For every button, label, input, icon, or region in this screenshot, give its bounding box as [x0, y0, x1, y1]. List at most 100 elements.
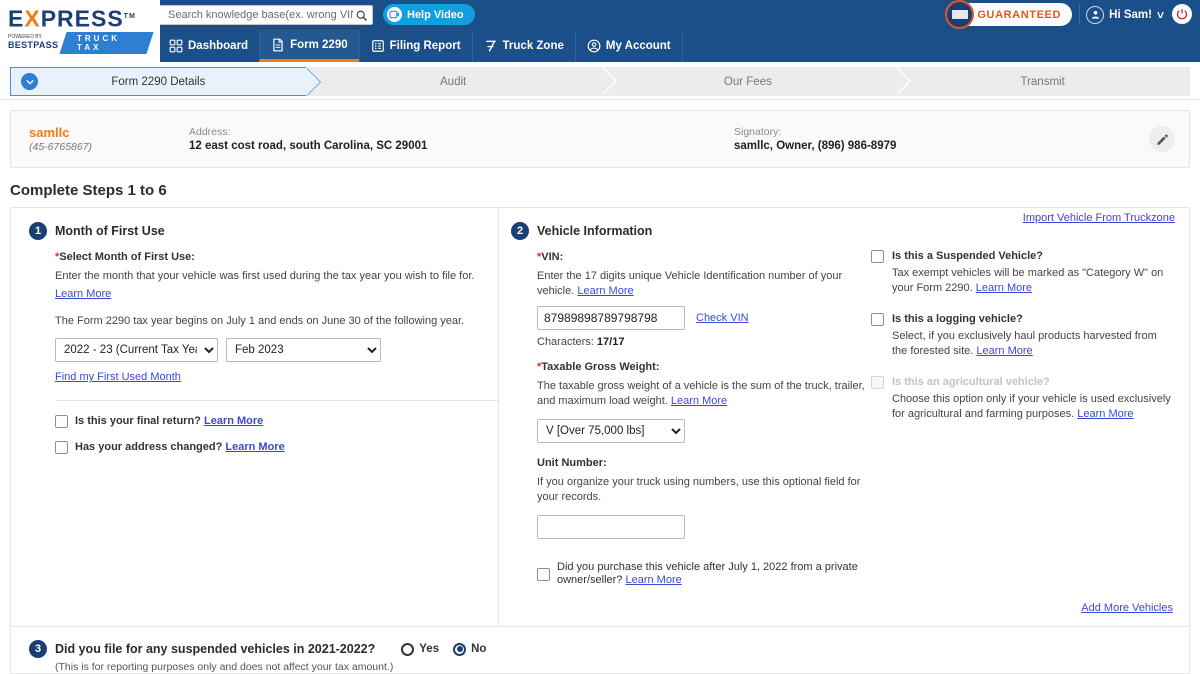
- first-use-month-select[interactable]: Feb 2023: [226, 338, 381, 362]
- nav-item-form-2290[interactable]: Form 2290: [259, 30, 360, 62]
- power-icon: [1176, 9, 1188, 20]
- suspended-filed-yes[interactable]: Yes: [401, 642, 440, 656]
- truck-icon: [485, 40, 496, 52]
- suspended-filed-radio-group: Yes No: [401, 642, 487, 656]
- address-changed-learn-more-link[interactable]: Learn More: [225, 441, 284, 453]
- nav-item-dashboard[interactable]: Dashboard: [158, 30, 261, 62]
- nav-item-truck-zone[interactable]: Truck Zone: [471, 30, 576, 62]
- taxable-gross-weight-label: *Taxable Gross Weight:: [537, 361, 871, 373]
- add-more-vehicles-link[interactable]: Add More Vehicles: [1081, 602, 1173, 614]
- progress-stepper: Form 2290 Details Audit Our Fees Transmi…: [0, 67, 1200, 100]
- guaranteed-badge: GUARANTEED: [945, 0, 1072, 29]
- private-purchase-row[interactable]: Did you purchase this vehicle after July…: [537, 561, 871, 587]
- video-icon: [387, 7, 402, 22]
- grid-icon: [169, 39, 183, 53]
- nav-item-my-account[interactable]: My Account: [574, 30, 683, 62]
- header-divider: [1079, 4, 1080, 24]
- logo-bestpass: BESTPASS: [8, 40, 59, 51]
- pencil-icon: [1156, 133, 1168, 145]
- step-2-section: Import Vehicle From Truckzone 2 Vehicle …: [499, 208, 1189, 626]
- weight-learn-more-link[interactable]: Learn More: [671, 395, 727, 407]
- address-label: Address:: [189, 126, 231, 138]
- vin-help-text: Enter the 17 digits unique Vehicle Ident…: [537, 269, 871, 299]
- vin-learn-more-link[interactable]: Learn More: [577, 285, 633, 297]
- stepper-step-form-2290-details[interactable]: Form 2290 Details: [10, 67, 321, 96]
- tax-year-select[interactable]: 2022 - 23 (Current Tax Year): [55, 338, 218, 362]
- logging-vehicle-desc: Select, if you exclusively haul products…: [892, 329, 1171, 359]
- month-learn-more-link[interactable]: Learn More: [55, 288, 111, 300]
- step-1-divider: [55, 400, 498, 401]
- characters-value: 17/17: [596, 336, 625, 348]
- suspended-filed-no[interactable]: No: [453, 642, 487, 656]
- suspended-vehicle-checkbox[interactable]: [871, 250, 884, 263]
- private-purchase-checkbox[interactable]: [537, 567, 550, 581]
- business-address-block: Address: 12 east cost road, south Caroli…: [189, 126, 734, 152]
- step-1-title: Month of First Use: [55, 224, 165, 238]
- step-complete-icon: [21, 73, 38, 90]
- business-name: samllc: [29, 125, 70, 140]
- nav-label-dashboard: Dashboard: [188, 40, 249, 52]
- unit-number-label: Unit Number:: [537, 457, 607, 469]
- final-return-text: Is this your final return?: [75, 415, 201, 427]
- chevron-down-icon[interactable]: ˅: [1157, 9, 1164, 21]
- vin-label: *VIN:: [537, 251, 871, 263]
- check-vin-link[interactable]: Check VIN: [696, 312, 749, 324]
- help-video-label: Help Video: [407, 8, 464, 21]
- vin-label-text: VIN:: [541, 251, 564, 263]
- stepper-step-our-fees[interactable]: Our Fees: [600, 67, 911, 96]
- month-first-use-help: Enter the month that your vehicle was fi…: [55, 270, 475, 282]
- search-bar[interactable]: [158, 5, 373, 25]
- step-3-note: (This is for reporting purposes only and…: [55, 661, 394, 673]
- step-1-number: 1: [29, 222, 47, 240]
- logging-vehicle-checkbox[interactable]: [871, 313, 884, 326]
- page-title: Complete Steps 1 to 6: [10, 182, 167, 199]
- find-first-used-month-link[interactable]: Find my First Used Month: [55, 371, 498, 383]
- suspended-vehicle-learn-more-link[interactable]: Learn More: [976, 282, 1032, 294]
- account-icon: [587, 39, 601, 53]
- agricultural-vehicle-learn-more-link[interactable]: Learn More: [1077, 408, 1133, 420]
- user-menu[interactable]: Hi Sam! ˅: [1086, 4, 1164, 25]
- final-return-checkbox[interactable]: [55, 415, 68, 428]
- top-header-bar: EXPRESSTM POWERED BY BESTPASS TRUCK TAX …: [0, 0, 1200, 62]
- stepper-step-transmit[interactable]: Transmit: [895, 67, 1190, 96]
- guarantee-seal-icon: [945, 0, 975, 29]
- vin-input[interactable]: [537, 306, 685, 330]
- step-3-number: 3: [29, 640, 47, 658]
- report-icon: [371, 40, 384, 52]
- help-video-button[interactable]: Help Video: [383, 4, 475, 25]
- user-greeting: Hi Sam!: [1109, 8, 1152, 21]
- final-return-row[interactable]: Is this your final return? Learn More: [55, 415, 498, 428]
- agricultural-vehicle-option: Is this an agricultural vehicle? Choose …: [871, 376, 1171, 422]
- address-value: 12 east cost road, south Carolina, SC 29…: [189, 140, 428, 152]
- search-input[interactable]: [166, 8, 355, 22]
- final-return-learn-more-link[interactable]: Learn More: [204, 415, 263, 427]
- taxable-gross-weight-select[interactable]: V [Over 75,000 lbs]: [537, 419, 685, 443]
- address-changed-label: Has your address changed? Learn More: [75, 441, 285, 454]
- private-purchase-learn-more-link[interactable]: Learn More: [625, 574, 681, 586]
- logout-button[interactable]: [1172, 4, 1192, 24]
- business-identity: samllc (45-6765867): [11, 125, 189, 153]
- logo-truck-tax: TRUCK TAX: [59, 31, 154, 54]
- nav-item-filing-report[interactable]: Filing Report: [358, 30, 473, 62]
- search-icon[interactable]: [355, 9, 368, 22]
- logging-vehicle-learn-more-link[interactable]: Learn More: [976, 345, 1032, 357]
- vehicle-options-group: Is this a Suspended Vehicle? Tax exempt …: [871, 250, 1171, 439]
- guaranteed-label: GUARANTEED: [977, 8, 1061, 21]
- nav-label-filing-report: Filing Report: [389, 40, 461, 52]
- radio-no-label: No: [471, 643, 487, 655]
- import-vehicle-link[interactable]: Import Vehicle From Truckzone: [1023, 212, 1175, 224]
- business-summary-card: samllc (45-6765867) Address: 12 east cos…: [10, 110, 1190, 168]
- brand-logo[interactable]: EXPRESSTM POWERED BY BESTPASS TRUCK TAX: [0, 0, 160, 62]
- step-1-header: 1 Month of First Use: [29, 222, 498, 240]
- radio-yes-label: Yes: [419, 643, 440, 655]
- radio-yes[interactable]: [401, 642, 415, 656]
- address-changed-row[interactable]: Has your address changed? Learn More: [55, 441, 498, 454]
- stepper-step-audit[interactable]: Audit: [305, 67, 617, 96]
- edit-business-button[interactable]: [1149, 126, 1175, 152]
- stepper-label-1: Audit: [440, 75, 467, 88]
- stepper-label-0: Form 2290 Details: [111, 75, 206, 88]
- characters-label: Characters:: [537, 336, 594, 348]
- radio-no[interactable]: [453, 642, 467, 656]
- unit-number-input[interactable]: [537, 515, 685, 539]
- address-changed-checkbox[interactable]: [55, 441, 68, 454]
